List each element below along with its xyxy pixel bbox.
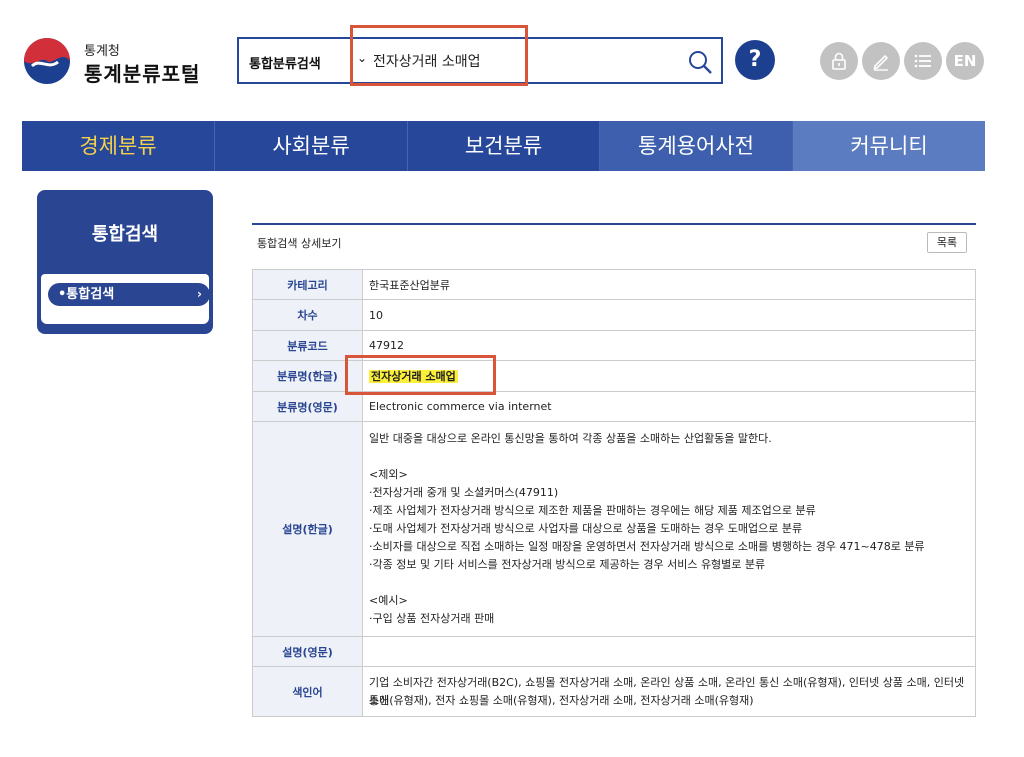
lock-button[interactable] (820, 42, 858, 80)
index-line: 기업 소비자간 전자상거래(B2C), 쇼핑몰 전자상거래 소매, 온라인 상품… (369, 675, 965, 707)
row-label: 설명(한글) (252, 421, 363, 637)
description-gap (369, 448, 975, 466)
row-value-index-terms: 기업 소비자간 전자상거래(B2C), 쇼핑몰 전자상거래 소매, 온라인 상품… (362, 666, 976, 717)
table-row: 설명(영문) (252, 636, 976, 667)
content-divider (252, 223, 976, 225)
description-line: ·제조 사업체가 전자상거래 방식으로 제조한 제품을 판매하는 경우에는 해당… (369, 504, 816, 517)
edit-button[interactable] (862, 42, 900, 80)
description-line: <예시> (369, 594, 408, 607)
description-line: 일반 대중을 대상으로 온라인 통신망을 통하여 각종 상품을 소매하는 산업활… (369, 432, 772, 445)
index-line: 소매(유형재), 전자 쇼핑몰 소매(유형재), 전자상거래 소매, 전자상거래… (369, 693, 754, 707)
sidebar-menu: •통합검색 › (41, 274, 210, 324)
search-category-select[interactable]: 통합분류검색 (249, 53, 321, 72)
chevron-right-icon: › (197, 287, 202, 301)
row-label: 카테고리 (252, 269, 363, 300)
row-value: Electronic commerce via internet (362, 391, 976, 422)
nav-economic-classification[interactable]: 경제분류 (22, 121, 215, 171)
nav-statistics-dictionary[interactable]: 통계용어사전 (600, 121, 793, 171)
nav-social-classification[interactable]: 사회분류 (215, 121, 408, 171)
sidebar: 통합검색 •통합검색 › (37, 190, 213, 334)
main-nav: 경제분류 사회분류 보건분류 통계용어사전 커뮤니티 (22, 121, 985, 171)
pencil-icon (873, 54, 889, 71)
detail-table: 카테고리 한국표준산업분류 차수 10 분류코드 47912 분류명(한글) 전… (252, 269, 976, 717)
sidebar-item-integrated-search[interactable]: •통합검색 › (48, 283, 210, 306)
row-label: 색인어 (252, 666, 363, 717)
table-row: 카테고리 한국표준산업분류 (252, 269, 976, 300)
nav-community[interactable]: 커뮤니티 (793, 121, 985, 171)
row-value-description: 일반 대중을 대상으로 온라인 통신망을 통하여 각종 상품을 소매하는 산업활… (362, 421, 976, 637)
annotation-highlight-box (350, 25, 528, 86)
lock-icon (832, 52, 846, 70)
table-row: 차수 10 (252, 299, 976, 331)
logo-portal-name: 통계분류포털 (84, 62, 201, 86)
list-icon (914, 54, 931, 68)
table-row: 분류명(영문) Electronic commerce via internet (252, 391, 976, 422)
nav-health-classification[interactable]: 보건분류 (408, 121, 600, 171)
table-row: 설명(한글) 일반 대중을 대상으로 온라인 통신망을 통하여 각종 상품을 소… (252, 421, 976, 637)
page-title: 통합검색 상세보기 (257, 237, 342, 250)
row-label: 설명(영문) (252, 636, 363, 667)
sidebar-item-label: •통합검색 (58, 287, 115, 302)
row-value: 10 (362, 299, 976, 331)
description-line: ·구입 상품 전자상거래 판매 (369, 612, 495, 625)
sidebar-title: 통합검색 (91, 224, 159, 245)
language-button[interactable]: EN (946, 42, 984, 80)
logo-emblem-icon (24, 38, 70, 84)
table-row: 색인어 기업 소비자간 전자상거래(B2C), 쇼핑몰 전자상거래 소매, 온라… (252, 666, 976, 717)
menu-button[interactable] (904, 42, 942, 80)
list-button[interactable]: 목록 (927, 232, 967, 253)
row-label: 분류명(영문) (252, 391, 363, 422)
description-line: <제외> (369, 468, 408, 481)
row-value (362, 636, 976, 667)
description-line: ·도매 사업체가 전자상거래 방식으로 사업자를 대상으로 상품을 도매하는 경… (369, 522, 803, 535)
row-value: 한국표준산업분류 (362, 269, 976, 300)
logo-agency-name: 통계청 (84, 44, 120, 59)
description-line: ·소비자를 대상으로 직접 소매하는 일정 매장을 운영하면서 전자상거래 방식… (369, 540, 925, 553)
logo[interactable]: 통계청 통계분류포털 (22, 36, 212, 86)
description-line: ·전자상거래 중개 및 소셜커머스(47911) (369, 486, 559, 499)
help-button[interactable]: ? (735, 40, 775, 80)
annotation-highlight-box (345, 355, 496, 395)
search-icon[interactable] (687, 49, 713, 75)
row-label: 차수 (252, 299, 363, 331)
description-gap (369, 574, 975, 592)
description-line: ·각종 정보 및 기타 서비스를 전자상거래 방식으로 제공하는 경우 서비스 … (369, 558, 766, 571)
